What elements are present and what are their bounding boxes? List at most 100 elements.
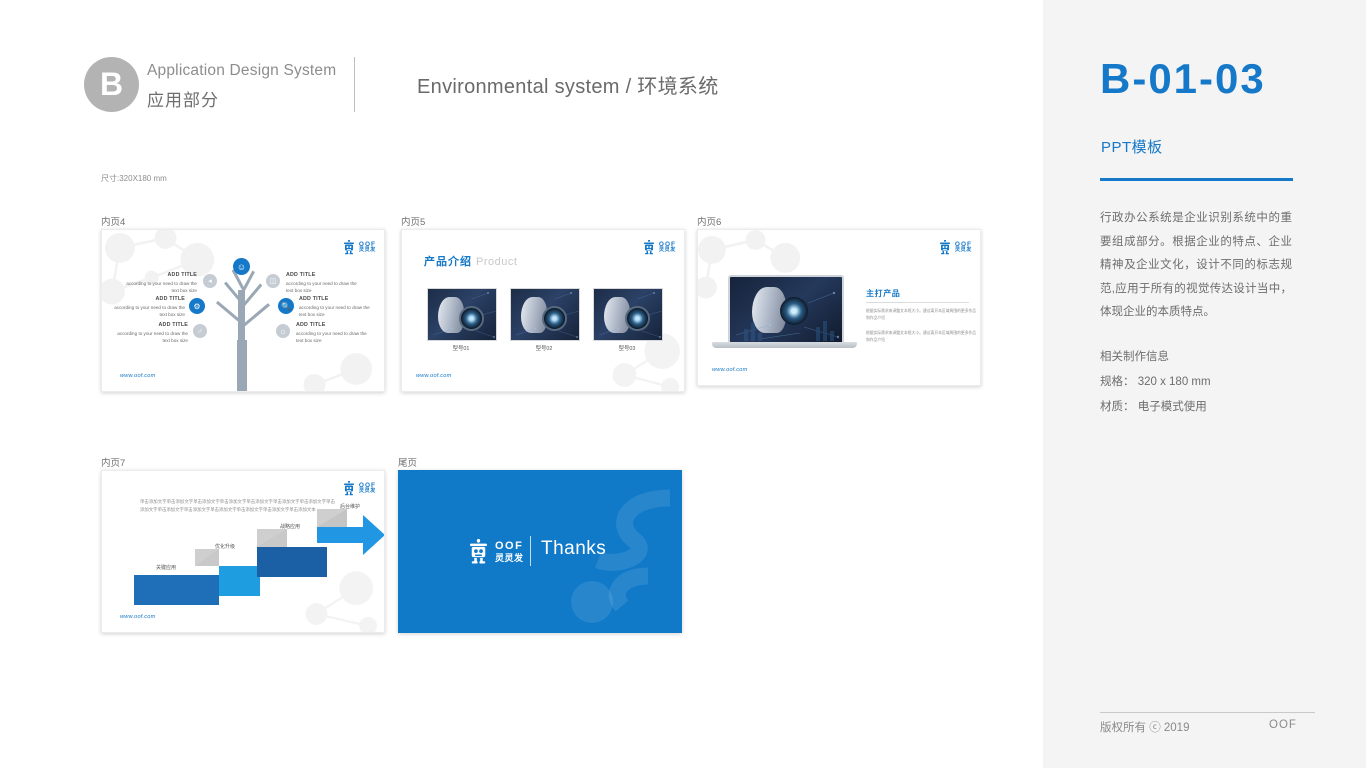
- product-label-1: 型号01: [452, 346, 470, 352]
- node-megaphone[interactable]: ◂: [203, 274, 217, 288]
- system-title-cn: 应用部分: [147, 91, 219, 110]
- product-image-2[interactable]: [510, 288, 580, 341]
- node-search[interactable]: 🔍: [278, 298, 294, 314]
- circuit-lines: [515, 292, 579, 338]
- product-image-1[interactable]: [427, 288, 497, 341]
- robot-icon: [470, 539, 487, 564]
- logo-wordmark: OOF 灵灵发: [658, 241, 676, 254]
- megaphone-icon: ◂: [208, 278, 212, 285]
- step-label-3: 战略应用: [280, 524, 301, 530]
- brand-logo: OOF 灵灵发: [937, 240, 972, 255]
- slide-thumb-inner-page-6[interactable]: 主打产品 根据实际需求来调整文本框大小。建议离开本区域周围的更多作品和作品介绍 …: [697, 229, 981, 386]
- spec-meta: 相关制作信息 规格： 320 x 180 mm 材质： 电子模式使用: [1100, 345, 1320, 420]
- system-title-en: Application Design System: [147, 62, 337, 79]
- robot-icon: [939, 240, 950, 255]
- product-image-3[interactable]: [593, 288, 663, 341]
- logo-cn: 灵灵发: [954, 247, 972, 254]
- logo-wordmark: OOF 灵灵发: [358, 241, 376, 254]
- spec-description: 行政办公系统是企业识别系统中的重要组成部分。根据企业的特点、企业精神及企业文化，…: [1100, 212, 1292, 318]
- node-label-4: ADD TITLE according to your need to draw…: [299, 296, 377, 319]
- section-badge: B: [84, 57, 139, 112]
- header-divider: [354, 57, 355, 112]
- slide6-heading: 主打产品: [866, 289, 901, 298]
- home-icon: ⌂: [280, 326, 286, 336]
- website-link[interactable]: www.oof.com: [120, 614, 155, 620]
- slide5-title-en: Product: [476, 256, 518, 268]
- website-link[interactable]: www.oof.com: [712, 367, 747, 373]
- circuit-lines: [598, 292, 662, 338]
- node-body-3: according to your need to draw the text …: [114, 304, 185, 317]
- logo-cn: 灵灵发: [358, 247, 376, 254]
- website-link[interactable]: www.oof.com: [120, 373, 155, 379]
- node-body-2: according to your need to draw the text …: [286, 280, 357, 293]
- slide-thumb-end-page[interactable]: OOF 灵灵发 Thanks: [398, 470, 682, 633]
- footer-brand: OOF: [1269, 719, 1297, 731]
- node-label-1: ADD TITLE according to your need to draw…: [119, 272, 197, 295]
- slide5-title-cn: 产品介绍: [424, 256, 472, 268]
- logo-cn: 灵灵发: [358, 488, 376, 495]
- node-home[interactable]: ⌂: [276, 324, 290, 338]
- step-label-1: 关键应用: [156, 565, 177, 571]
- accent-divider: [1100, 178, 1293, 181]
- product-label-2: 型号02: [535, 346, 553, 352]
- product-label-3: 型号03: [618, 346, 636, 352]
- slide-caption-5: 尾页: [398, 458, 418, 469]
- meta-heading: 相关制作信息: [1100, 351, 1169, 363]
- node-label-2: ADD TITLE according to your need to draw…: [286, 272, 364, 295]
- logo-wordmark: OOF 灵灵发: [954, 241, 972, 254]
- size-note: 尺寸:320X180 mm: [101, 174, 167, 183]
- spec-subtitle: PPT模板: [1101, 139, 1163, 156]
- meta-spec: 规格： 320 x 180 mm: [1100, 376, 1211, 388]
- robot-icon: [643, 240, 654, 255]
- node-body-4: according to your need to draw the text …: [299, 304, 370, 317]
- footer-divider: [1100, 712, 1315, 713]
- slide-thumb-inner-page-4[interactable]: ☺ ◂ ADD TITLE according to your need to …: [101, 229, 385, 392]
- node-pin[interactable]: ♂: [193, 324, 207, 338]
- slide-caption-1: 内页4: [101, 217, 126, 228]
- node-label-5: ADD TITLE according to your need to draw…: [110, 322, 188, 345]
- node-title-3: ADD TITLE: [155, 296, 185, 302]
- website-link[interactable]: www.oof.com: [416, 373, 451, 379]
- robot-icon: [343, 481, 354, 496]
- search-icon: 🔍: [281, 301, 291, 311]
- node-gear[interactable]: ⚙: [189, 298, 205, 314]
- logo-cn: 灵灵发: [495, 553, 524, 563]
- logo-wordmark: OOF 灵灵发: [358, 482, 376, 495]
- node-label-6: ADD TITLE according to your need to draw…: [296, 322, 374, 345]
- info-panel: B-01-03 PPT模板 行政办公系统是企业识别系统中的重要组成部分。根据企业…: [1043, 0, 1366, 768]
- laptop-base: [712, 342, 857, 348]
- slide7-body-text: 单击添加文字单击添加文字单击添加文字单击添加文字单击添加文字单击添加文字单击添加…: [140, 499, 335, 513]
- slide6-paragraph-1: 根据实际需求来调整文本框大小。建议离开本区域周围的更多作品和作品介绍: [866, 309, 977, 320]
- node-title-5: ADD TITLE: [158, 322, 188, 328]
- bar-chart-icon: ◫: [269, 278, 277, 285]
- slide6-rule: [866, 302, 969, 303]
- design-spec-page: B Application Design System 应用部分 Environ…: [0, 0, 1366, 768]
- logo-en: OOF: [495, 540, 524, 552]
- page-title: Environmental system / 环境系统: [417, 76, 719, 98]
- lightbulb-icon: ☺: [236, 261, 247, 272]
- slide-caption-3: 内页6: [697, 217, 722, 228]
- node-lightbulb[interactable]: ☺: [233, 258, 250, 275]
- tree-branch: [242, 303, 270, 328]
- laptop-screen: [728, 275, 844, 346]
- slide-caption-2: 内页5: [401, 217, 426, 228]
- slide5-title: 产品介绍 Product: [424, 252, 517, 270]
- step-block-4-arrow: [317, 509, 384, 555]
- logo-cn: 灵灵发: [658, 247, 676, 254]
- logo-wordmark: OOF 灵灵发: [495, 541, 524, 563]
- circuit-lines: [432, 292, 496, 338]
- gear-icon: ⚙: [193, 301, 201, 311]
- circuit-lines: [735, 291, 840, 341]
- slide-caption-4: 内页7: [101, 458, 126, 469]
- step-label-2: 优化升级: [215, 544, 236, 550]
- slide6-paragraph-2: 根据实际需求来调整文本框大小。建议离开本区域周围的更多作品和作品介绍: [866, 331, 977, 342]
- brand-logo: OOF 灵灵发: [341, 481, 376, 496]
- slide-thumb-inner-page-7[interactable]: 单击添加文字单击添加文字单击添加文字单击添加文字单击添加文字单击添加文字单击添加…: [101, 470, 385, 633]
- node-title-1: ADD TITLE: [167, 272, 197, 278]
- node-bar-chart[interactable]: ◫: [266, 274, 280, 288]
- brand-logo-large: OOF 灵灵发: [465, 539, 524, 565]
- brand-logo: OOF 灵灵发: [641, 240, 676, 255]
- slide-thumb-inner-page-5[interactable]: 产品介绍 Product 型号01 型号02 型号03 OOF 灵灵发 www.…: [401, 229, 685, 392]
- node-label-3: ADD TITLE according to your need to draw…: [107, 296, 185, 319]
- spec-code: B-01-03: [1100, 55, 1266, 102]
